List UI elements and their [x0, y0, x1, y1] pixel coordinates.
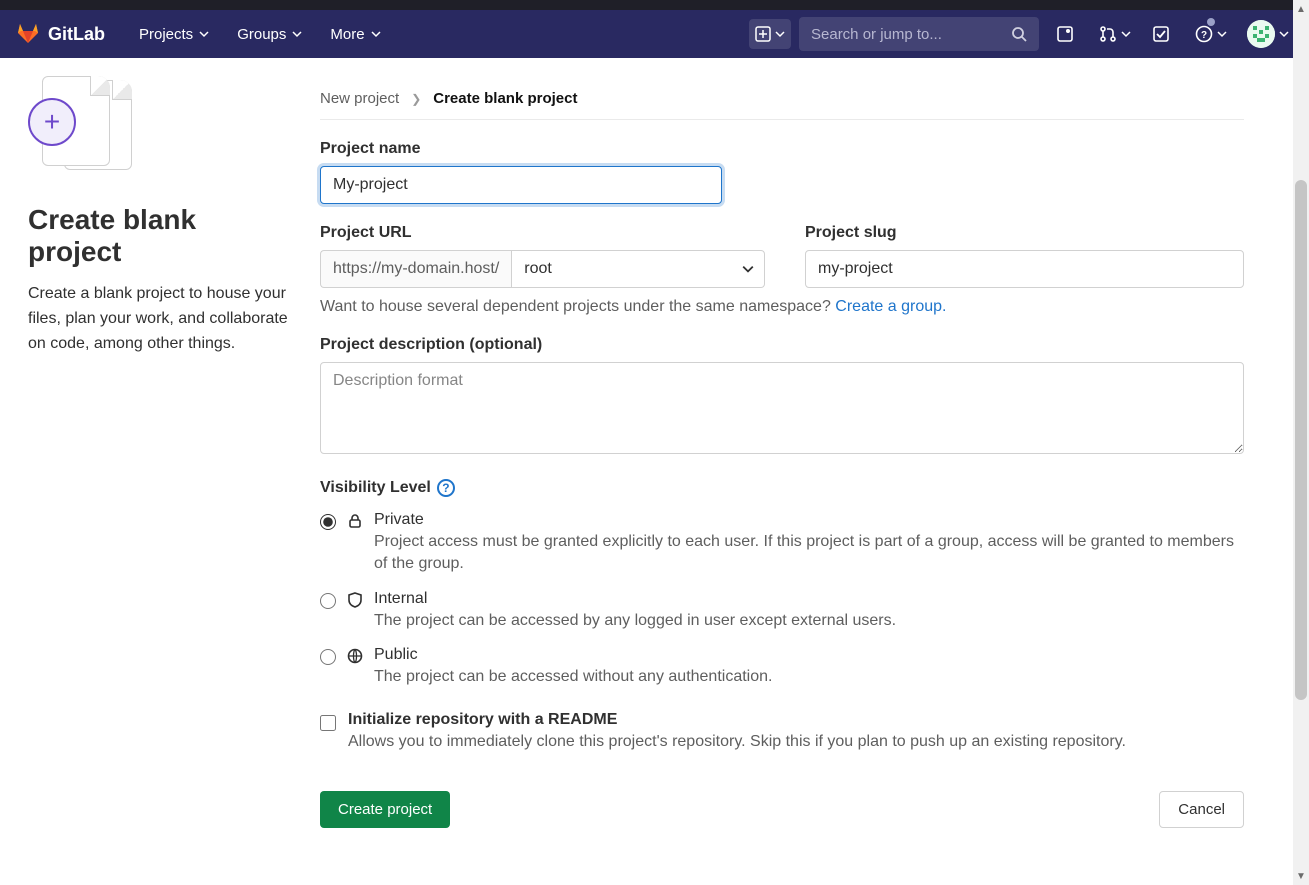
visibility-private-title: Private	[374, 511, 1244, 529]
visibility-radio-private[interactable]	[320, 514, 336, 530]
create-project-button[interactable]: Create project	[320, 791, 450, 828]
chevron-down-icon	[742, 263, 754, 275]
question-circle-icon: ?	[1195, 25, 1213, 43]
chevron-right-icon: ❯	[411, 92, 421, 106]
chevron-down-icon	[775, 29, 785, 39]
scrollbar-thumb[interactable]	[1295, 180, 1307, 700]
chevron-down-icon	[1279, 29, 1289, 39]
nav-projects[interactable]: Projects	[129, 20, 219, 49]
lock-icon	[346, 513, 364, 529]
project-url-prefix: https://my-domain.host/	[320, 250, 511, 288]
plus-circle-icon: +	[28, 98, 76, 146]
breadcrumb-current: Create blank project	[433, 90, 577, 107]
gitlab-logo-icon	[16, 20, 40, 49]
nav-projects-label: Projects	[139, 26, 193, 43]
create-new-dropdown[interactable]	[749, 19, 791, 49]
page-title: Create blank project	[28, 204, 296, 268]
breadcrumb: New project ❯ Create blank project	[320, 76, 1244, 120]
project-slug-label: Project slug	[805, 224, 1244, 242]
description-input[interactable]	[320, 362, 1244, 454]
visibility-public-title: Public	[374, 646, 1244, 664]
scroll-down-arrow-icon[interactable]: ▼	[1293, 867, 1309, 885]
merge-request-icon	[1099, 25, 1117, 43]
namespace-select[interactable]: root	[511, 250, 765, 288]
project-url-label: Project URL	[320, 224, 765, 242]
vertical-scrollbar[interactable]: ▲ ▼	[1293, 0, 1309, 885]
visibility-radio-internal[interactable]	[320, 593, 336, 609]
visibility-internal-desc: The project can be accessed by any logge…	[374, 610, 1244, 632]
global-search[interactable]	[799, 17, 1039, 51]
nav-groups[interactable]: Groups	[227, 20, 312, 49]
visibility-internal-title: Internal	[374, 590, 1244, 608]
project-illustration: +	[28, 76, 132, 176]
initialize-readme-desc: Allows you to immediately clone this pro…	[348, 733, 1126, 751]
chevron-down-icon	[199, 29, 209, 39]
initialize-readme-checkbox[interactable]	[320, 715, 336, 731]
issues-icon	[1056, 25, 1074, 43]
visibility-help-icon[interactable]: ?	[437, 479, 455, 497]
visibility-private-desc: Project access must be granted explicitl…	[374, 531, 1244, 576]
project-name-input[interactable]	[320, 166, 722, 204]
initialize-readme-option[interactable]: Initialize repository with a README Allo…	[320, 711, 1244, 751]
create-group-link[interactable]: Create a group.	[835, 298, 946, 315]
nav-groups-label: Groups	[237, 26, 286, 43]
visibility-option-public[interactable]: Public The project can be accessed witho…	[320, 646, 1244, 688]
nav-more[interactable]: More	[320, 20, 390, 49]
issues-shortcut[interactable]	[1047, 16, 1083, 52]
browser-top-strip	[0, 0, 1309, 10]
visibility-label: Visibility Level	[320, 479, 431, 497]
nav-more-label: More	[330, 26, 364, 43]
chevron-down-icon	[1121, 29, 1131, 39]
todo-icon	[1152, 25, 1170, 43]
search-icon	[1011, 26, 1027, 42]
namespace-hint-text: Want to house several dependent projects…	[320, 298, 835, 315]
visibility-option-internal[interactable]: Internal The project can be accessed by …	[320, 590, 1244, 632]
breadcrumb-parent[interactable]: New project	[320, 90, 399, 107]
visibility-public-desc: The project can be accessed without any …	[374, 666, 1244, 688]
namespace-selected-value: root	[524, 260, 552, 277]
brand-name: GitLab	[48, 24, 105, 45]
merge-requests-shortcut[interactable]	[1091, 16, 1135, 52]
help-menu[interactable]: ?	[1187, 16, 1231, 52]
namespace-hint: Want to house several dependent projects…	[320, 298, 1244, 316]
chevron-down-icon	[292, 29, 302, 39]
project-slug-input[interactable]	[805, 250, 1244, 288]
user-avatar	[1247, 20, 1275, 48]
brand[interactable]: GitLab	[16, 20, 105, 49]
chevron-down-icon	[1217, 29, 1227, 39]
search-input[interactable]	[811, 26, 1011, 43]
initialize-readme-title: Initialize repository with a README	[348, 711, 1126, 729]
globe-icon	[346, 648, 364, 664]
top-navbar: GitLab Projects Groups More ?	[0, 10, 1309, 58]
svg-text:?: ?	[1201, 30, 1207, 41]
description-label: Project description (optional)	[320, 336, 1244, 354]
visibility-radio-public[interactable]	[320, 649, 336, 665]
project-name-label: Project name	[320, 140, 1244, 158]
user-menu[interactable]	[1239, 16, 1293, 52]
notification-dot-icon	[1207, 18, 1215, 26]
identicon-icon	[1247, 20, 1275, 48]
cancel-button[interactable]: Cancel	[1159, 791, 1244, 828]
todos-shortcut[interactable]	[1143, 16, 1179, 52]
visibility-option-private[interactable]: Private Project access must be granted e…	[320, 511, 1244, 576]
scroll-up-arrow-icon[interactable]: ▲	[1293, 0, 1309, 18]
plus-square-icon	[755, 26, 771, 42]
page-description: Create a blank project to house your fil…	[28, 282, 296, 356]
shield-icon	[346, 592, 364, 608]
chevron-down-icon	[371, 29, 381, 39]
